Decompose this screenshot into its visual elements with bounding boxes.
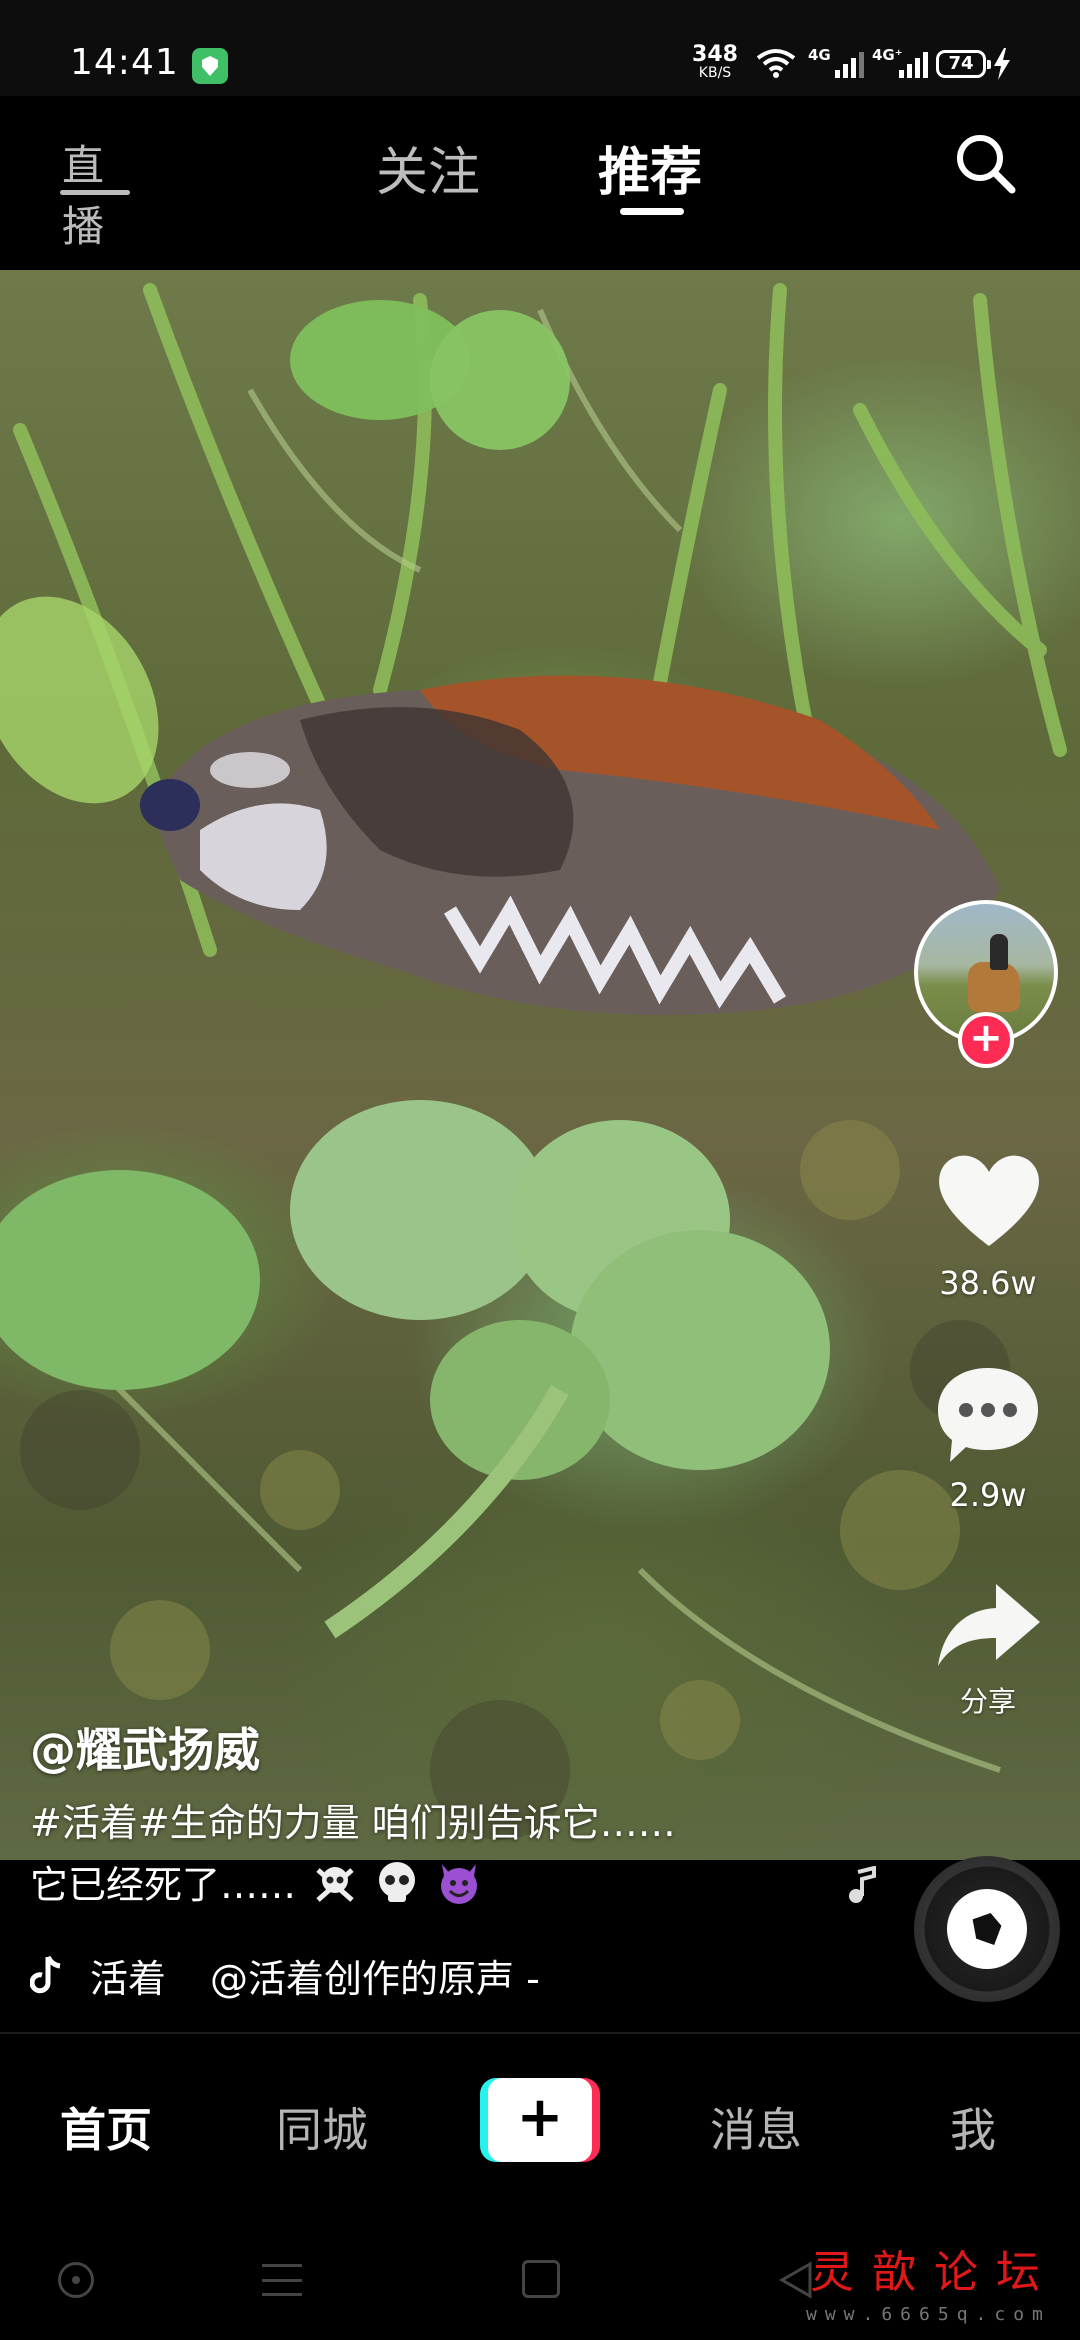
video-caption-line2: 它已经死了…… [30,1854,482,1909]
like-count: 38.6w [939,1264,1037,1302]
follow-plus-button[interactable]: + [958,1012,1014,1068]
home-icon[interactable] [522,2260,560,2298]
tv-base-icon [60,190,130,195]
battery-icon: 74 [936,50,991,78]
recents-icon[interactable] [262,2264,302,2296]
tab-home[interactable]: 首页 [60,2094,152,2160]
comment-count: 2.9w [949,1476,1027,1514]
shield-icon [192,48,228,84]
music-row[interactable]: 活着 @活着创作的原声 - [30,1950,540,2001]
wifi-icon [756,49,796,78]
tab-following[interactable]: 关注 [376,130,480,205]
live-button[interactable]: 直播 [56,130,136,251]
comment-icon[interactable] [932,1362,1044,1466]
video-frame [0,283,1067,1840]
video-player[interactable] [0,270,1080,1860]
bottom-tab-bar: 首页 同城 + 消息 我 [0,2034,1080,2208]
signal-icon-sim1: 4G [808,46,864,80]
author-name[interactable]: @耀武扬威 [30,1714,260,1780]
skull-crossbones-emoji-icon [316,1867,354,1902]
watermark-url: www.6665q.com [806,2304,1051,2325]
tab-profile[interactable]: 我 [950,2094,996,2160]
tab-recommended[interactable]: 推荐 [598,130,702,205]
signal-icon-sim2: 4G⁺ [872,46,928,80]
video-caption-line2-text: 它已经死了…… [30,1863,297,1907]
search-icon[interactable] [950,128,1022,200]
music-source: @活着创作的原声 - [210,1956,540,2001]
assistant-icon[interactable] [58,2262,94,2298]
tab-messages[interactable]: 消息 [710,2094,802,2160]
share-label[interactable]: 分享 [900,1680,1076,1720]
status-bar: 14:41 348 KB/S 4G 4G⁺ 74 [0,0,1080,96]
music-note-icon [849,1866,876,1903]
network-speed: 348 KB/S [690,42,740,81]
smiling-imp-emoji-icon [441,1864,478,1904]
top-nav: 直播 关注 推荐 [0,96,1080,270]
music-disc-cover [947,1889,1027,1969]
create-button[interactable]: + [480,2078,600,2162]
active-tab-indicator [620,208,684,215]
network-speed-unit: KB/S [698,65,732,81]
avatar-rider [990,934,1008,970]
network-speed-value: 348 [692,42,738,67]
screen: 14:41 348 KB/S 4G 4G⁺ 74 直播 关注 推荐 + 38.6… [0,0,1080,2340]
music-disc[interactable] [914,1856,1060,2002]
charging-icon [994,48,1010,80]
plus-icon: + [516,2085,564,2150]
heart-icon[interactable] [934,1150,1044,1250]
video-caption-line1[interactable]: #活着#生命的力量 咱们别告诉它…… [30,1792,676,1847]
status-time: 14:41 [70,42,179,83]
skull-emoji-icon [379,1862,416,1902]
share-icon[interactable] [934,1580,1044,1670]
signal-label-sim1: 4G [808,46,831,64]
tiktok-note-icon [30,1955,61,1994]
watermark-text: 灵歆论坛 [810,2247,1058,2298]
tab-nearby[interactable]: 同城 [276,2094,368,2160]
music-title: 活着 [90,1956,167,2001]
